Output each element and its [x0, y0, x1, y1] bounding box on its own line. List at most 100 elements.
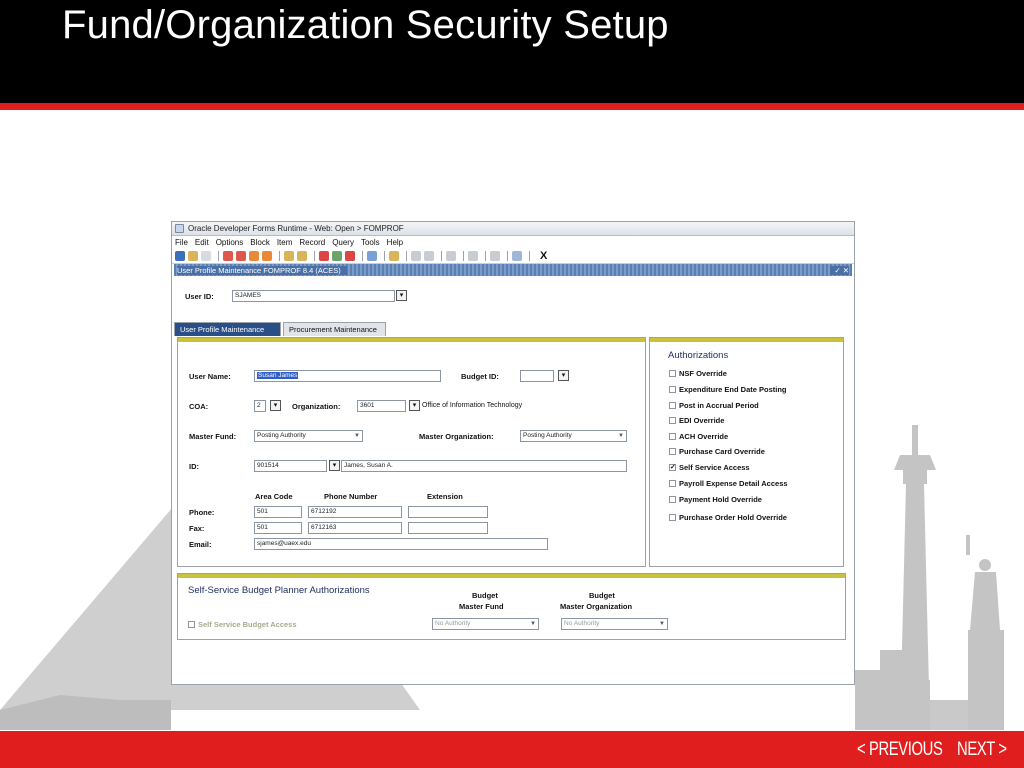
help-icon[interactable] — [468, 251, 478, 261]
info-icon[interactable] — [512, 251, 522, 261]
organization-dropdown-button[interactable]: ▾ — [409, 400, 420, 411]
print-preview-icon[interactable] — [201, 251, 211, 261]
purchase-card-checkbox-row[interactable]: Purchase Card Override — [669, 447, 765, 456]
user-name-field[interactable]: Susan James — [254, 370, 441, 382]
checkbox[interactable] — [669, 496, 676, 503]
menu-file[interactable]: File — [175, 238, 188, 247]
next-block-icon[interactable] — [249, 251, 259, 261]
menu-query[interactable]: Query — [332, 238, 354, 247]
previous-link[interactable]: < PREVIOUS — [857, 739, 943, 761]
po-hold-checkbox-row[interactable]: Purchase Order Hold Override — [669, 513, 787, 522]
fax-area-field[interactable]: 501 — [254, 522, 302, 534]
header-accent-rule — [0, 103, 1024, 110]
checkbox[interactable] — [669, 386, 676, 393]
edi-override-checkbox-row[interactable]: EDI Override — [669, 416, 724, 425]
coa-dropdown-button[interactable]: ▾ — [270, 400, 281, 411]
master-fund-select[interactable]: Posting Authority ▼ — [254, 430, 363, 442]
user-id-label: User ID: — [185, 292, 214, 301]
toolbar-separator — [441, 251, 442, 261]
menu-tools[interactable]: Tools — [361, 238, 380, 247]
user-id-dropdown-button[interactable]: ▾ — [396, 290, 407, 301]
select-icon[interactable] — [223, 251, 233, 261]
master-organization-value: Posting Authority — [523, 432, 572, 439]
checkbox[interactable] — [669, 402, 676, 409]
checkbox[interactable] — [669, 417, 676, 424]
toolbar-separator — [384, 251, 385, 261]
chevron-down-icon: ▼ — [530, 621, 536, 627]
expenditure-end-date-checkbox-row[interactable]: Expenditure End Date Posting — [669, 385, 787, 394]
post-accrual-checkbox-row[interactable]: Post in Accrual Period — [669, 401, 759, 410]
cancel-query-icon[interactable] — [345, 251, 355, 261]
checkbox-label: NSF Override — [679, 369, 727, 378]
phone-area-field[interactable]: 501 — [254, 506, 302, 518]
menu-help[interactable]: Help — [387, 238, 403, 247]
self-service-budget-access-row[interactable]: Self Service Budget Access — [188, 620, 297, 629]
checkbox-label: Payment Hold Override — [679, 495, 762, 504]
budget-master-fund-select[interactable]: No Authority ▼ — [432, 618, 539, 630]
menu-block[interactable]: Block — [250, 238, 270, 247]
phone-number-field[interactable]: 6712192 — [308, 506, 402, 518]
checkbox[interactable] — [669, 514, 676, 521]
menu-record[interactable]: Record — [299, 238, 325, 247]
nsf-override-checkbox-row[interactable]: NSF Override — [669, 369, 727, 378]
execute-query-icon[interactable] — [332, 251, 342, 261]
toolbar-separator — [406, 251, 407, 261]
budget-id-field[interactable] — [520, 370, 554, 382]
fax-extension-field[interactable] — [408, 522, 488, 534]
menu-item[interactable]: Item — [277, 238, 293, 247]
previous-record-icon[interactable] — [262, 251, 272, 261]
id-label: ID: — [189, 462, 199, 471]
save-icon[interactable] — [175, 251, 185, 261]
checkmark-icon[interactable]: ✓ — [669, 464, 676, 471]
rollback-icon[interactable] — [188, 251, 198, 261]
form-window-controls[interactable]: ✓ ✕ — [830, 265, 849, 275]
ach-override-checkbox-row[interactable]: ACH Override — [669, 432, 728, 441]
menu-edit[interactable]: Edit — [195, 238, 209, 247]
phone-extension-field[interactable] — [408, 506, 488, 518]
budget-master-org-header-1: Budget — [589, 591, 615, 600]
payroll-expense-checkbox-row[interactable]: Payroll Expense Detail Access — [669, 479, 788, 488]
phone-label: Phone: — [189, 508, 215, 517]
exit-button[interactable]: X — [540, 250, 547, 262]
id-dropdown-button[interactable]: ▾ — [329, 460, 340, 471]
slide-footer: < PREVIOUS NEXT > — [0, 731, 1024, 768]
id-field[interactable]: 901514 — [254, 460, 327, 472]
organization-field[interactable]: 3601 — [357, 400, 406, 412]
tab-procurement[interactable]: Procurement Maintenance — [283, 322, 386, 336]
print-icon[interactable] — [389, 251, 399, 261]
organization-label: Organization: — [292, 402, 341, 411]
budget-master-fund-header-1: Budget — [472, 591, 498, 600]
budget-master-org-value: No Authority — [564, 620, 600, 627]
checkbox[interactable] — [669, 433, 676, 440]
checkbox[interactable] — [669, 448, 676, 455]
count-query-icon[interactable] — [367, 251, 377, 261]
checkbox[interactable] — [669, 480, 676, 487]
budget-id-dropdown-button[interactable]: ▾ — [558, 370, 569, 381]
checkbox-label: Self Service Budget Access — [198, 620, 297, 629]
document-icon[interactable] — [424, 251, 434, 261]
budget-master-fund-value: No Authority — [435, 620, 471, 627]
tab-user-profile[interactable]: User Profile Maintenance — [174, 322, 281, 336]
email-field[interactable]: sjames@uaex.edu — [254, 538, 548, 550]
coa-field[interactable]: 2 — [254, 400, 266, 412]
checkbox[interactable] — [669, 370, 676, 377]
fax-number-field[interactable]: 6712163 — [308, 522, 402, 534]
area-code-header: Area Code — [255, 492, 293, 501]
user-id-field[interactable]: SJAMES — [232, 290, 395, 302]
remove-record-icon[interactable] — [297, 251, 307, 261]
slide-header: Fund/Organization Security Setup — [0, 0, 1024, 103]
previous-block-icon[interactable] — [236, 251, 246, 261]
checkbox[interactable] — [188, 621, 195, 628]
master-organization-select[interactable]: Posting Authority ▼ — [520, 430, 627, 442]
bookmark-icon[interactable] — [490, 251, 500, 261]
insert-record-icon[interactable] — [284, 251, 294, 261]
next-link[interactable]: NEXT > — [957, 739, 1007, 761]
enter-query-icon[interactable] — [319, 251, 329, 261]
attachment-icon[interactable] — [411, 251, 421, 261]
payment-hold-checkbox-row[interactable]: Payment Hold Override — [669, 495, 762, 504]
budget-master-org-select[interactable]: No Authority ▼ — [561, 618, 668, 630]
options-icon[interactable] — [446, 251, 456, 261]
self-service-access-checkbox-row[interactable]: ✓ Self Service Access — [669, 463, 750, 472]
menu-options[interactable]: Options — [216, 238, 244, 247]
toolbar: X — [172, 249, 854, 264]
